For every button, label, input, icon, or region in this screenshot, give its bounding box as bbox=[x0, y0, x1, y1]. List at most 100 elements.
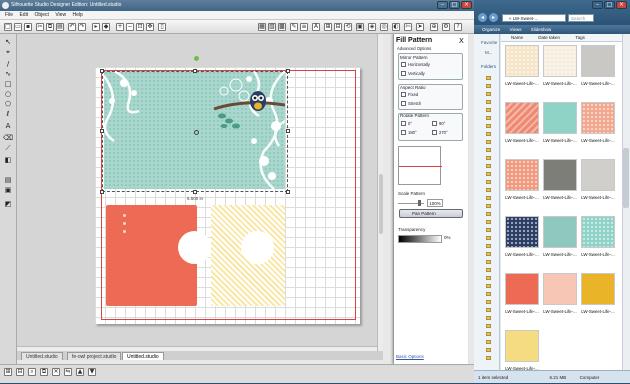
file-label[interactable]: LW-Sweet-Life-... bbox=[579, 138, 617, 143]
ungroup-icon[interactable]: ⊟ bbox=[16, 368, 24, 376]
zoom-select-icon[interactable]: ⌕ bbox=[28, 368, 36, 376]
curve-tool-icon[interactable]: ∿ bbox=[3, 70, 13, 78]
search-input[interactable]: Search bbox=[568, 14, 594, 22]
rotation-center-icon[interactable] bbox=[194, 130, 199, 135]
checkbox-icon[interactable] bbox=[401, 71, 406, 77]
group-icon[interactable]: ⊞ bbox=[4, 368, 12, 376]
folder-icon[interactable] bbox=[486, 124, 491, 128]
layers-icon[interactable]: ▤ bbox=[3, 176, 13, 184]
handle-top-left[interactable] bbox=[100, 69, 104, 73]
folder-icon[interactable] bbox=[486, 220, 491, 224]
rotate-90-option[interactable]: 90° bbox=[432, 121, 445, 127]
folder-icon[interactable] bbox=[486, 268, 491, 272]
menu-file[interactable]: File bbox=[5, 12, 13, 18]
file-label[interactable]: LW-Sweet-Life-... bbox=[541, 81, 579, 86]
pattern-fill-icon[interactable]: ▩ bbox=[278, 23, 286, 31]
col-name[interactable]: Name bbox=[511, 35, 523, 40]
handle-right[interactable] bbox=[286, 129, 290, 133]
explorer-maximize-button[interactable]: □ bbox=[604, 1, 615, 9]
file-label[interactable]: LW-Sweet-Life-... bbox=[541, 252, 579, 257]
open-icon[interactable]: ▭ bbox=[14, 23, 22, 31]
folder-icon[interactable] bbox=[486, 340, 491, 344]
folders-label[interactable]: Folders bbox=[481, 64, 496, 69]
page-icon[interactable]: ▯ bbox=[158, 23, 166, 31]
folder-icon[interactable] bbox=[486, 348, 491, 352]
duplicate-icon[interactable]: ⧉ bbox=[40, 368, 48, 376]
line-tool-icon[interactable]: / bbox=[3, 60, 13, 68]
help-icon[interactable]: ? bbox=[454, 23, 462, 31]
send-back-icon[interactable]: ▼ bbox=[88, 368, 96, 376]
checkbox-icon[interactable] bbox=[401, 92, 406, 98]
file-label[interactable]: LW-Sweet-Life-... bbox=[503, 138, 541, 143]
line-style-icon[interactable]: ≡ bbox=[300, 23, 308, 31]
folder-icon[interactable] bbox=[486, 164, 491, 168]
polygon-tool-icon[interactable]: ⬠ bbox=[3, 100, 13, 108]
zoom-fit-icon[interactable]: ⊡ bbox=[136, 23, 144, 31]
undo-icon[interactable]: ↶ bbox=[68, 23, 76, 31]
file-thumbnail[interactable] bbox=[581, 102, 615, 134]
col-tags[interactable]: Tags bbox=[575, 35, 585, 40]
folder-icon[interactable] bbox=[486, 180, 491, 184]
store-icon[interactable]: ◈ bbox=[368, 23, 376, 31]
folder-icon[interactable] bbox=[486, 108, 491, 112]
file-thumbnail[interactable] bbox=[543, 216, 577, 248]
select-icon[interactable]: ▸ bbox=[92, 23, 100, 31]
folder-icon[interactable] bbox=[486, 100, 491, 104]
file-label[interactable]: LW-Sweet-Life-... bbox=[541, 309, 579, 314]
checkbox-icon[interactable] bbox=[401, 62, 406, 68]
file-label[interactable]: LW-Sweet-Life-... bbox=[579, 309, 617, 314]
rotate-0-option[interactable]: 0° bbox=[401, 121, 412, 127]
zoom-out-icon[interactable]: − bbox=[126, 23, 134, 31]
file-thumbnail[interactable] bbox=[505, 216, 539, 248]
file-thumbnail[interactable] bbox=[581, 159, 615, 191]
folder-icon[interactable] bbox=[486, 76, 491, 80]
freehand-tool-icon[interactable]: ℓ bbox=[3, 110, 13, 118]
vertical-scroll-thumb[interactable] bbox=[379, 174, 383, 234]
file-label[interactable]: LW-Sweet-Life-... bbox=[503, 252, 541, 257]
forward-icon[interactable]: ▸ bbox=[489, 13, 498, 22]
checkbox-icon[interactable] bbox=[432, 121, 437, 127]
file-thumbnail[interactable] bbox=[581, 273, 615, 305]
menu-edit[interactable]: Edit bbox=[19, 12, 28, 18]
handle-bottom-left[interactable] bbox=[100, 190, 104, 194]
folder-icon[interactable] bbox=[486, 316, 491, 320]
menu-object[interactable]: Object bbox=[34, 12, 48, 18]
fill-color-icon[interactable]: ▦ bbox=[258, 23, 266, 31]
explorer-minimize-button[interactable]: – bbox=[592, 1, 603, 9]
back-icon[interactable]: ◂ bbox=[478, 13, 487, 22]
transparency-slider[interactable] bbox=[398, 235, 442, 243]
yellow-stripe-tag-card[interactable] bbox=[211, 205, 285, 306]
rectangle-tool-icon[interactable]: □ bbox=[3, 80, 13, 88]
folder-icon[interactable] bbox=[486, 92, 491, 96]
mirror-vertical-option[interactable]: Vertically bbox=[401, 71, 425, 77]
file-thumbnail[interactable] bbox=[543, 102, 577, 134]
folder-icon[interactable] bbox=[486, 228, 491, 232]
replicate-icon[interactable]: ⊟ bbox=[334, 23, 342, 31]
image-icon[interactable]: ▣ bbox=[3, 186, 13, 194]
folder-icon[interactable] bbox=[486, 132, 491, 136]
folder-icon[interactable] bbox=[486, 332, 491, 336]
file-thumbnail[interactable] bbox=[581, 216, 615, 248]
text-style-icon[interactable]: A bbox=[312, 23, 320, 31]
new-icon[interactable]: □ bbox=[4, 23, 12, 31]
file-label[interactable]: LW-Sweet-Life-... bbox=[579, 195, 617, 200]
mirror-horizontal-option[interactable]: Horizontally bbox=[401, 62, 430, 68]
eraser-tool-icon[interactable]: ⌫ bbox=[3, 134, 13, 142]
explorer-close-button[interactable]: × bbox=[616, 1, 627, 9]
minimize-button[interactable]: – bbox=[437, 1, 448, 9]
folder-icon[interactable] bbox=[486, 212, 491, 216]
pan-icon[interactable]: ✥ bbox=[146, 23, 154, 31]
file-thumbnail[interactable] bbox=[505, 45, 539, 77]
ellipse-tool-icon[interactable]: ○ bbox=[3, 90, 13, 98]
folder-icon[interactable] bbox=[486, 172, 491, 176]
pointer-tool-icon[interactable]: ↖ bbox=[3, 38, 13, 46]
offset-icon[interactable]: ◐ bbox=[392, 23, 400, 31]
folder-icon[interactable] bbox=[486, 324, 491, 328]
handle-top-right[interactable] bbox=[286, 69, 290, 73]
handle-top[interactable] bbox=[193, 69, 197, 73]
folder-icon[interactable] bbox=[486, 196, 491, 200]
checkbox-icon[interactable] bbox=[432, 130, 437, 136]
doc-tab[interactable]: fe-owl project.studio bbox=[67, 352, 122, 360]
copy-icon[interactable]: ⧉ bbox=[46, 23, 54, 31]
folder-icon[interactable] bbox=[486, 252, 491, 256]
